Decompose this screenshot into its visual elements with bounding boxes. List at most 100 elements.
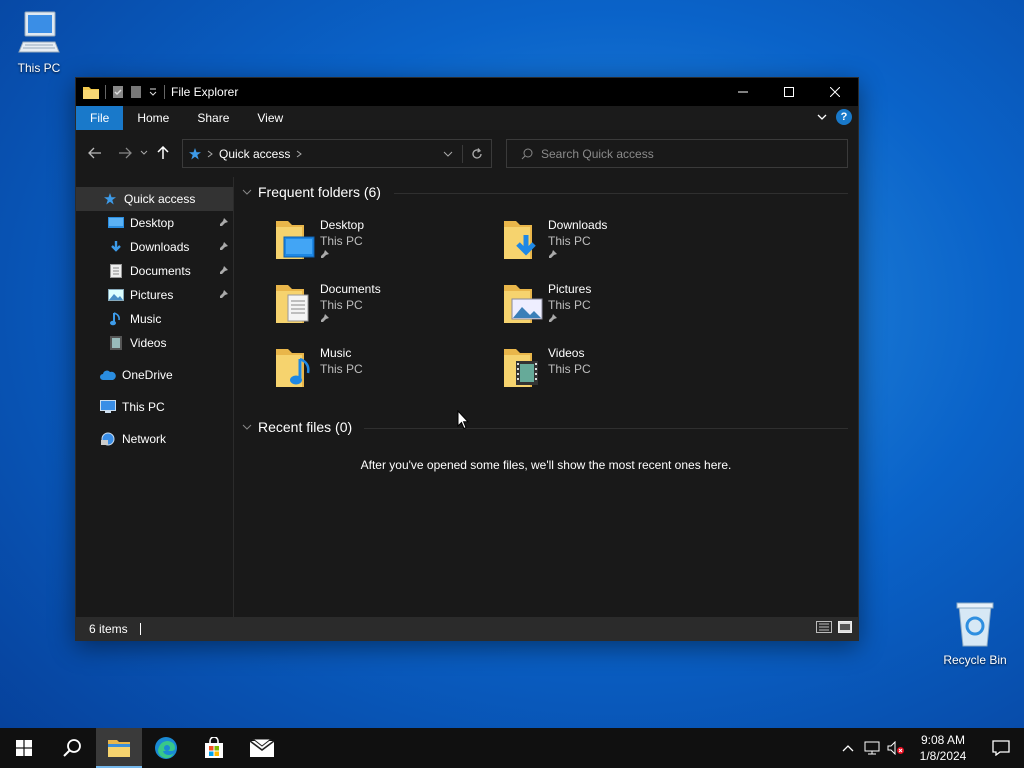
maximize-button[interactable] bbox=[766, 78, 812, 106]
clock[interactable]: 9:08 AM 1/8/2024 bbox=[908, 732, 978, 764]
recent-files-empty-message: After you've opened some files, we'll sh… bbox=[360, 458, 732, 472]
taskbar-mail[interactable] bbox=[238, 728, 286, 768]
sidebar-item-desktop[interactable]: Desktop bbox=[76, 211, 233, 235]
expand-ribbon-chevron-icon[interactable] bbox=[816, 111, 828, 123]
desktop-icon-label: This PC bbox=[17, 61, 61, 75]
new-folder-icon[interactable] bbox=[130, 85, 142, 99]
folder-location: This PC bbox=[548, 362, 591, 376]
folder-name: Desktop bbox=[320, 218, 365, 232]
sidebar-item-this-pc[interactable]: This PC bbox=[76, 395, 233, 419]
pictures-icon bbox=[108, 287, 124, 303]
network-status-button[interactable] bbox=[860, 728, 884, 768]
taskbar-store[interactable] bbox=[190, 728, 238, 768]
taskbar: 9:08 AM 1/8/2024 bbox=[0, 728, 1024, 768]
folder-tile-music[interactable]: Music This PC bbox=[274, 343, 494, 399]
start-button[interactable] bbox=[0, 728, 48, 768]
sidebar-item-documents[interactable]: Documents bbox=[76, 259, 233, 283]
group-divider bbox=[394, 193, 848, 194]
folder-tile-desktop[interactable]: Desktop This PC bbox=[274, 215, 494, 271]
address-location[interactable]: Quick access bbox=[219, 147, 290, 161]
folder-location: This PC bbox=[548, 234, 591, 248]
folder-icon bbox=[108, 740, 130, 757]
computer-icon bbox=[18, 11, 60, 53]
frequent-folders-header[interactable]: Frequent folders (6) bbox=[242, 184, 381, 200]
search-input[interactable] bbox=[541, 146, 821, 161]
back-arrow-icon bbox=[88, 147, 101, 159]
folder-app-icon bbox=[83, 87, 99, 99]
folder-tile-pictures[interactable]: Pictures This PC bbox=[502, 279, 722, 335]
title-bar[interactable]: File Explorer bbox=[76, 78, 858, 106]
show-hidden-icons-button[interactable] bbox=[836, 728, 860, 768]
desktop-folder-icon bbox=[108, 215, 124, 231]
sidebar-item-label: Videos bbox=[130, 336, 167, 350]
content-area: Frequent folders (6) Desktop This PC Dow… bbox=[234, 177, 858, 617]
customize-toolbar-chevron-icon[interactable] bbox=[148, 87, 158, 97]
taskbar-edge[interactable] bbox=[142, 728, 190, 768]
desktop-recycle-bin-shortcut[interactable]: Recycle Bin bbox=[937, 600, 1013, 667]
search-icon bbox=[63, 739, 81, 757]
desktop-icon-label: Recycle Bin bbox=[943, 653, 1007, 667]
desktop-folder-icon bbox=[274, 215, 320, 263]
folder-tile-documents[interactable]: Documents This PC bbox=[274, 279, 494, 335]
address-history-chevron-icon[interactable] bbox=[443, 151, 453, 157]
large-icons-view-icon[interactable] bbox=[838, 621, 852, 633]
pin-icon bbox=[321, 314, 329, 322]
address-bar[interactable]: Quick access bbox=[182, 139, 492, 168]
tab-home[interactable]: Home bbox=[123, 106, 183, 130]
folder-tile-videos[interactable]: Videos This PC bbox=[502, 343, 722, 399]
sidebar-item-quick-access[interactable]: Quick access bbox=[76, 187, 233, 211]
tab-view[interactable]: View bbox=[243, 106, 297, 130]
taskbar-file-explorer[interactable] bbox=[96, 728, 142, 768]
navigation-bar: Quick access bbox=[76, 130, 858, 176]
tab-file[interactable]: File bbox=[76, 106, 124, 130]
star-icon bbox=[189, 147, 201, 159]
sidebar-item-music[interactable]: Music bbox=[76, 307, 233, 331]
sidebar-item-network[interactable]: Network bbox=[76, 427, 233, 451]
forward-arrow-icon bbox=[119, 147, 132, 159]
help-icon[interactable]: ? bbox=[836, 109, 852, 125]
volume-button[interactable] bbox=[884, 728, 908, 768]
folder-tile-downloads[interactable]: Downloads This PC bbox=[502, 215, 722, 271]
desktop-this-pc-shortcut[interactable]: This PC bbox=[1, 8, 77, 75]
recent-locations-button[interactable] bbox=[137, 141, 151, 165]
music-note-icon bbox=[108, 311, 124, 327]
folder-name: Downloads bbox=[548, 218, 608, 232]
minimize-button[interactable] bbox=[720, 78, 766, 106]
details-view-icon[interactable] bbox=[816, 621, 832, 633]
sidebar-item-onedrive[interactable]: OneDrive bbox=[76, 363, 233, 387]
search-button[interactable] bbox=[48, 728, 96, 768]
group-title: Frequent folders (6) bbox=[258, 184, 381, 200]
tab-share[interactable]: Share bbox=[183, 106, 243, 130]
toolbar-separator bbox=[105, 85, 106, 99]
up-arrow-icon bbox=[157, 146, 169, 159]
pictures-folder-icon bbox=[502, 279, 548, 327]
cloud-icon bbox=[100, 367, 116, 383]
action-center-button[interactable] bbox=[978, 728, 1024, 768]
back-button[interactable] bbox=[83, 141, 107, 165]
forward-button[interactable] bbox=[113, 141, 137, 165]
sidebar-item-label: Documents bbox=[130, 264, 191, 278]
folder-location: This PC bbox=[320, 362, 363, 376]
folder-name: Videos bbox=[548, 346, 585, 360]
search-box[interactable] bbox=[506, 139, 848, 168]
window-title: File Explorer bbox=[171, 85, 239, 99]
windows-logo-icon bbox=[16, 740, 32, 756]
sidebar-item-videos[interactable]: Videos bbox=[76, 331, 233, 355]
breadcrumb-chevron-icon[interactable] bbox=[296, 150, 303, 158]
close-button[interactable] bbox=[812, 78, 858, 106]
breadcrumb-chevron-icon[interactable] bbox=[207, 150, 213, 158]
pin-icon bbox=[220, 266, 228, 274]
recent-files-header[interactable]: Recent files (0) bbox=[242, 419, 352, 435]
up-button[interactable] bbox=[151, 141, 175, 165]
close-icon bbox=[830, 87, 840, 97]
sidebar-item-label: OneDrive bbox=[122, 368, 173, 382]
folder-location: This PC bbox=[548, 298, 591, 312]
pin-icon bbox=[220, 290, 228, 298]
sidebar-item-pictures[interactable]: Pictures bbox=[76, 283, 233, 307]
pin-icon bbox=[220, 242, 228, 250]
properties-icon[interactable] bbox=[112, 85, 124, 99]
refresh-icon[interactable] bbox=[471, 148, 483, 160]
folder-location: This PC bbox=[320, 234, 363, 248]
sidebar-item-downloads[interactable]: Downloads bbox=[76, 235, 233, 259]
status-bar: 6 items bbox=[76, 617, 858, 640]
